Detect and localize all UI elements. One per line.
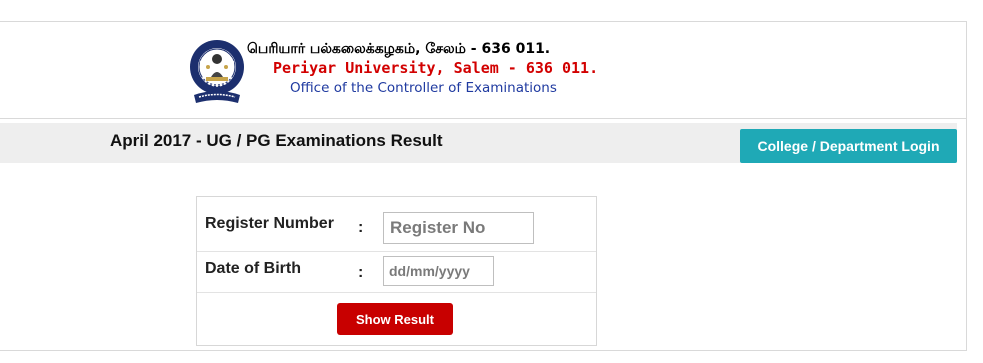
university-name-english: Periyar University, Salem - 636 011. — [273, 59, 599, 77]
page-frame: பெரியார் பல்கலைக்கழகம், சேலம் - 636 011.… — [0, 21, 967, 351]
register-number-input[interactable] — [383, 212, 534, 244]
office-title: Office of the Controller of Examinations — [290, 80, 557, 96]
exam-title: April 2017 - UG / PG Examinations Result — [110, 131, 443, 150]
result-form: Register Number : Date of Birth : Show R… — [196, 196, 597, 346]
show-result-button[interactable]: Show Result — [337, 303, 453, 335]
register-number-label: Register Number — [205, 215, 334, 232]
university-header: பெரியார் பல்கலைக்கழகம், சேலம் - 636 011.… — [0, 22, 966, 119]
register-number-separator: : — [358, 219, 364, 236]
register-number-row: Register Number : — [197, 197, 596, 252]
date-of-birth-label: Date of Birth — [205, 260, 301, 277]
periyar-university-emblem-icon — [190, 40, 244, 103]
university-name-tamil: பெரியார் பல்கலைக்கழகம், சேலம் - 636 011. — [247, 41, 551, 57]
college-login-button[interactable]: College / Department Login — [740, 129, 957, 163]
date-of-birth-input[interactable] — [383, 256, 494, 286]
date-of-birth-separator: : — [358, 264, 364, 281]
date-of-birth-row: Date of Birth : — [197, 251, 596, 293]
